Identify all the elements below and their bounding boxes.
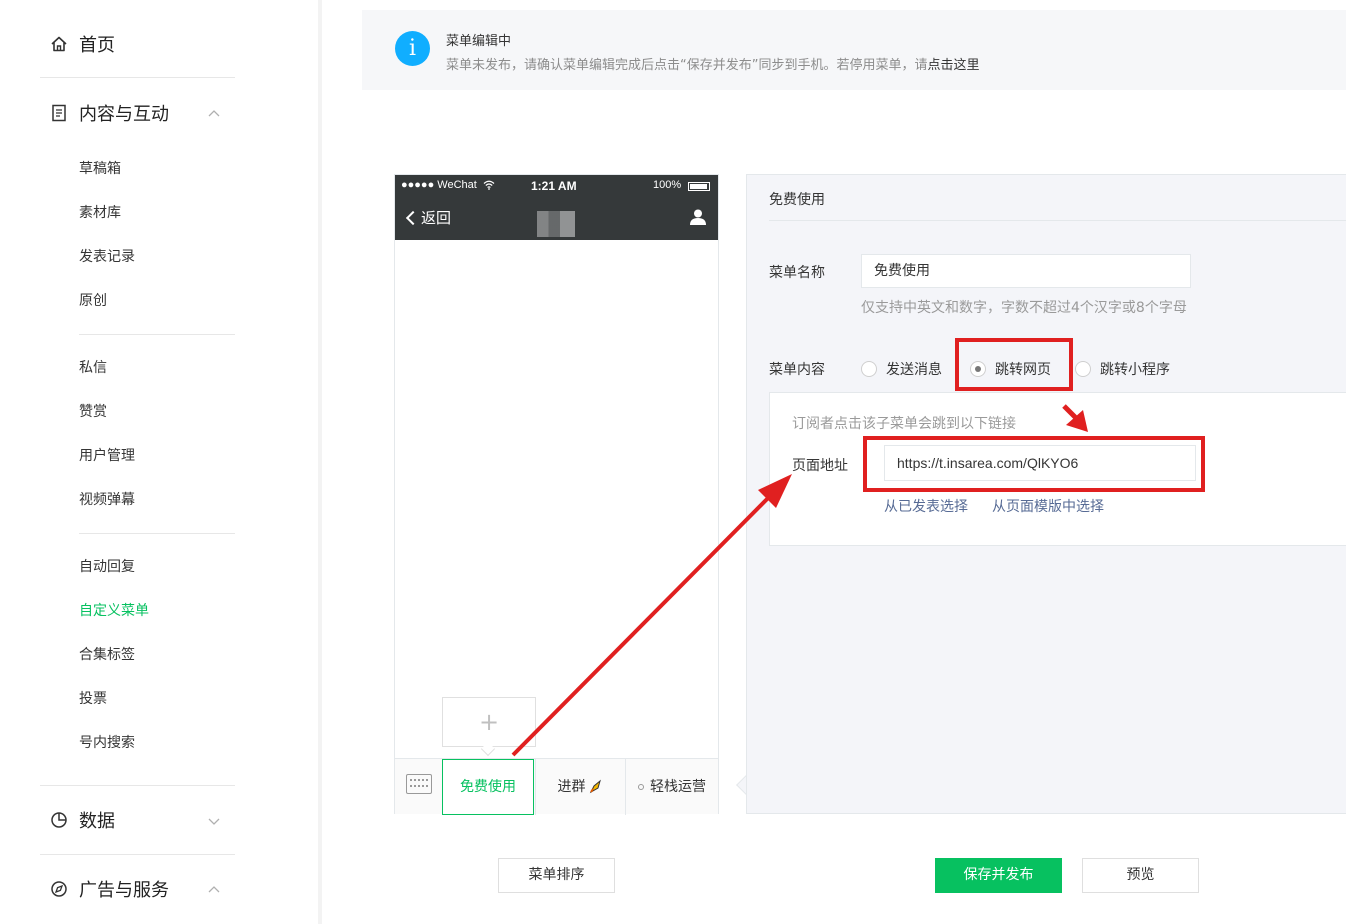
sidebar-item-publish-records[interactable]: 发表记录	[79, 247, 135, 267]
status-carrier: ●●●●● WeChat	[401, 179, 477, 191]
document-icon	[50, 104, 68, 122]
divider	[79, 533, 235, 534]
sidebar-item-materials[interactable]: 素材库	[79, 203, 121, 223]
sidebar-item-collection-tags[interactable]: 合集标签	[79, 645, 135, 665]
radio-jump-miniprogram[interactable]: 跳转小程序	[1075, 359, 1170, 379]
radio-send-message-label: 发送消息	[886, 362, 942, 378]
stop-menu-link[interactable]: 点击这里	[927, 58, 979, 73]
nav-home[interactable]: 首页	[50, 30, 115, 58]
phone-back-label: 返回	[421, 209, 452, 227]
notice-title: 菜单编辑中	[446, 34, 512, 49]
submenu-dot-icon	[638, 784, 644, 790]
editor-title: 免费使用	[769, 192, 825, 208]
sidebar: 首页 内容与互动 草稿箱 素材库 发表记录 原创 私信 赞赏 用户管理 视频弹幕…	[0, 0, 318, 924]
rocket-icon	[589, 779, 601, 794]
sidebar-item-messages[interactable]: 私信	[79, 358, 107, 378]
menu-name-tip: 仅支持中英文和数字，字数不超过4个汉字或8个字母	[861, 300, 1187, 316]
annotation-box-radio	[955, 338, 1073, 391]
keyboard-icon[interactable]	[406, 774, 432, 794]
sidebar-item-rewards[interactable]: 赞赏	[79, 402, 107, 422]
menu-name-input[interactable]: 免费使用	[861, 254, 1191, 288]
chevron-up-icon	[207, 881, 221, 895]
sidebar-item-custom-menu[interactable]: 自定义菜单	[79, 601, 149, 621]
notice-banner: i 菜单编辑中 菜单未发布，请确认菜单编辑完成后点击“保存并发布”同步到手机。若…	[362, 10, 1346, 90]
home-icon	[50, 35, 68, 53]
nav-data-label: 数据	[79, 811, 115, 832]
sidebar-item-account-search[interactable]: 号内搜索	[79, 733, 135, 753]
radio-send-message[interactable]: 发送消息	[861, 359, 942, 379]
menu-editor-panel: 免费使用 菜单名称 免费使用 仅支持中英文和数字，字数不超过4个汉字或8个字母 …	[746, 174, 1346, 814]
phone-preview: ●●●●● WeChat 1:21 AM 100% 返回 + 免费使用 进群 轻…	[394, 174, 719, 815]
menu-name-label: 菜单名称	[769, 265, 825, 281]
divider	[40, 77, 235, 78]
phone-menu-bar: 免费使用 进群 轻栈运营	[395, 758, 718, 815]
menu-tab-light-ops[interactable]: 轻栈运营	[625, 759, 718, 815]
chevron-up-icon	[207, 105, 221, 119]
phone-header: ●●●●● WeChat 1:21 AM 100% 返回	[395, 175, 718, 240]
preview-button[interactable]: 预览	[1082, 858, 1199, 893]
pie-chart-icon	[50, 811, 68, 829]
radio-circle[interactable]	[861, 361, 877, 377]
notice-text: 菜单未发布，请确认菜单编辑完成后点击“保存并发布”同步到手机。若停用菜单，请	[446, 58, 928, 73]
sidebar-item-video-danmaku[interactable]: 视频弹幕	[79, 490, 135, 510]
plus-icon: +	[478, 708, 500, 736]
sidebar-shadow	[318, 0, 322, 924]
compass-icon	[50, 880, 68, 898]
nav-home-label: 首页	[79, 35, 115, 56]
phone-back-button: 返回	[405, 207, 451, 228]
menu-tab-join-group[interactable]: 进群	[535, 759, 625, 815]
sidebar-item-vote[interactable]: 投票	[79, 689, 107, 709]
sidebar-item-users[interactable]: 用户管理	[79, 446, 135, 466]
menu-tab-free-use[interactable]: 免费使用	[442, 759, 534, 815]
divider	[40, 785, 235, 786]
divider	[769, 220, 1346, 221]
radio-circle[interactable]	[1075, 361, 1091, 377]
url-tip: 订阅者点击该子菜单会跳到以下链接	[792, 416, 1016, 432]
divider	[40, 854, 235, 855]
sidebar-item-original[interactable]: 原创	[79, 291, 107, 311]
wifi-icon	[483, 180, 495, 190]
info-icon: i	[395, 31, 430, 66]
notice-description: 菜单未发布，请确认菜单编辑完成后点击“保存并发布”同步到手机。若停用菜单，请点击…	[446, 54, 980, 73]
nav-data-group[interactable]: 数据	[50, 806, 220, 834]
page-url-label: 页面地址	[792, 458, 848, 474]
chevron-down-icon	[207, 812, 221, 826]
sidebar-item-auto-reply[interactable]: 自动回复	[79, 557, 135, 577]
user-icon	[689, 208, 707, 226]
nav-content-group[interactable]: 内容与互动	[50, 99, 220, 127]
annotation-box-url	[863, 436, 1205, 492]
nav-content-label: 内容与互动	[79, 104, 169, 125]
save-and-publish-button[interactable]: 保存并发布	[935, 858, 1062, 893]
chevron-left-icon	[405, 210, 421, 225]
select-from-template-link[interactable]: 从页面模版中选择	[992, 496, 1104, 516]
menu-content-label: 菜单内容	[769, 362, 825, 378]
battery-icon	[688, 182, 710, 191]
sidebar-item-drafts[interactable]: 草稿箱	[79, 159, 121, 179]
menu-tab-join-group-label: 进群	[557, 779, 586, 795]
status-time: 1:21 AM	[531, 179, 577, 193]
divider	[79, 334, 235, 335]
menu-tab-light-ops-label: 轻栈运营	[650, 779, 706, 795]
nav-ads-group[interactable]: 广告与服务	[50, 875, 220, 903]
status-battery-text: 100%	[653, 179, 682, 191]
account-name-blurred	[537, 211, 575, 237]
radio-jump-miniprogram-label: 跳转小程序	[1100, 362, 1170, 378]
add-submenu-button[interactable]: +	[442, 697, 536, 747]
nav-ads-label: 广告与服务	[79, 880, 169, 901]
select-from-published-link[interactable]: 从已发表选择	[884, 496, 968, 516]
menu-sort-button[interactable]: 菜单排序	[498, 858, 615, 893]
